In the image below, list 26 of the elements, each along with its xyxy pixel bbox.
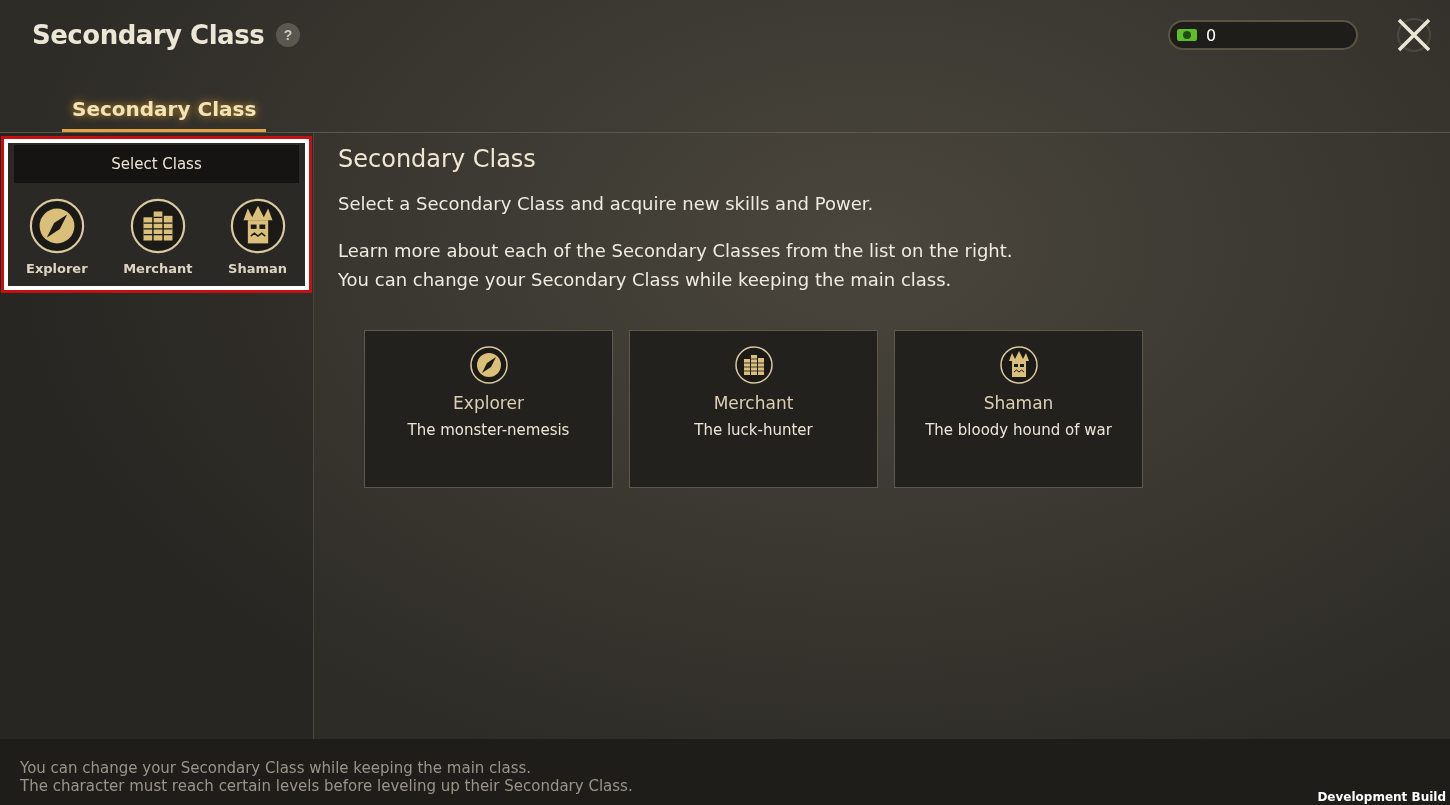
close-button[interactable] — [1394, 15, 1434, 55]
help-button[interactable]: ? — [276, 23, 301, 47]
class-card[interactable]: Shaman The bloody hound of war — [894, 330, 1143, 488]
mask-icon — [998, 345, 1039, 385]
footer-note: You can change your Secondary Class while keeping the main class. — [20, 759, 533, 777]
intro-text: Select a Secondary Class and acquire new skills and Power. — [338, 192, 875, 216]
currency-field: 0 — [1168, 20, 1358, 50]
coin-stack-icon — [128, 197, 187, 255]
mask-icon — [228, 197, 287, 255]
tab[interactable]: Secondary Class — [62, 70, 267, 132]
compass-icon — [27, 197, 86, 255]
description-text: Learn more about each of the Secondary Classes from the list on the right. — [338, 239, 1014, 263]
panel-title: Select Class — [14, 145, 299, 183]
description-text: You can change your Secondary Class while keeping the main class. — [338, 268, 953, 292]
class-option[interactable]: Merchant — [115, 197, 201, 276]
class-card[interactable]: Explorer The monster-nemesis — [364, 330, 613, 488]
ticket-icon — [1176, 27, 1198, 43]
build-label: Development Build — [1317, 790, 1446, 805]
section-heading: Secondary Class — [338, 145, 537, 173]
class-option[interactable]: Explorer — [18, 197, 96, 276]
coin-stack-icon — [733, 345, 774, 385]
window-title: Secondary Class — [32, 20, 265, 50]
compass-icon — [468, 345, 509, 385]
class-card[interactable]: Merchant The luck-hunter — [629, 330, 878, 488]
class-option[interactable]: Shaman — [220, 197, 295, 276]
footer-note: The character must reach certain levels before leveling up their Secondary Class. — [20, 777, 633, 795]
